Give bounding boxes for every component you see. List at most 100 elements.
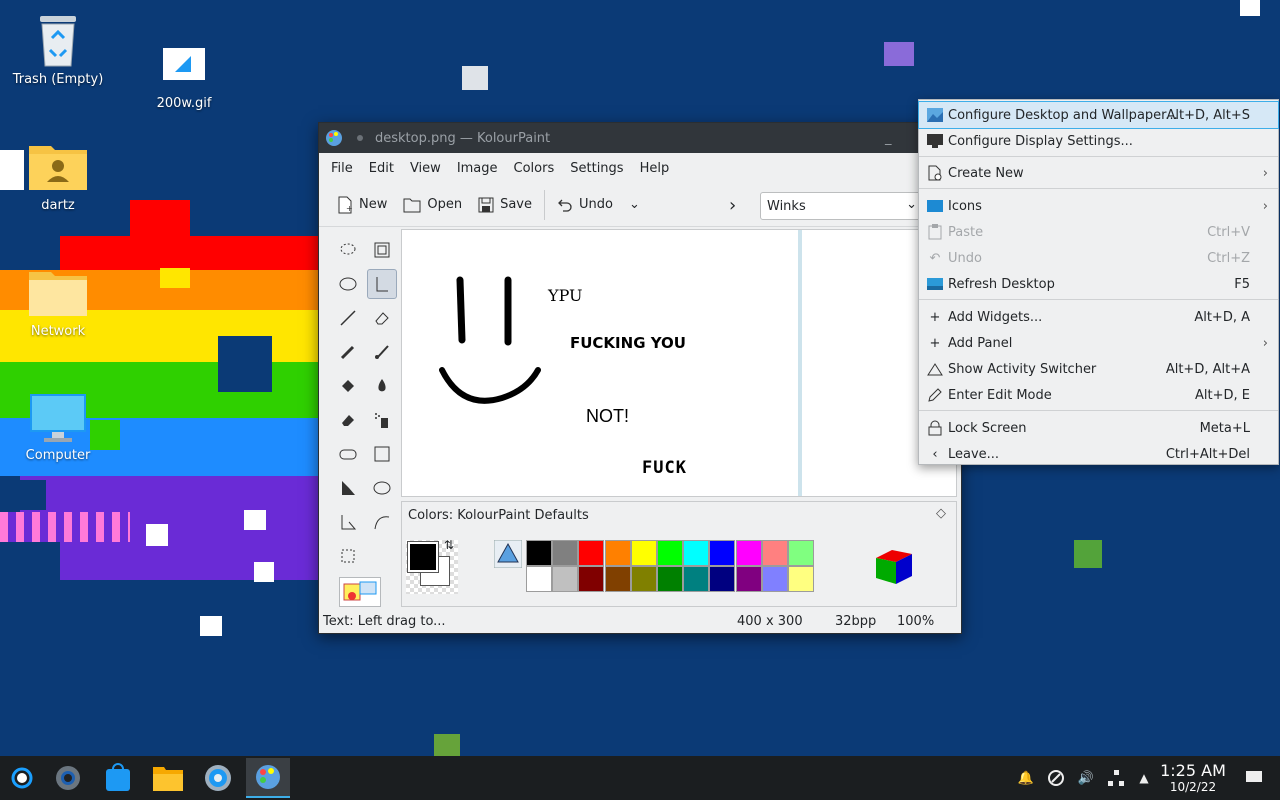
menu-icons[interactable]: Icons › xyxy=(919,193,1278,219)
menu-file[interactable]: File xyxy=(323,161,361,176)
undo-button[interactable]: Undo ⌄ xyxy=(549,193,648,217)
volume-icon[interactable]: 🔊 xyxy=(1074,756,1098,800)
palette-swatch[interactable] xyxy=(578,566,605,592)
desktop-icon-computer[interactable]: Computer xyxy=(8,392,108,463)
open-button[interactable]: Open xyxy=(395,193,470,217)
open-label: Open xyxy=(427,197,463,212)
task-kolourpaint[interactable] xyxy=(246,758,290,798)
undo-dropdown-chevron-icon[interactable]: ⌄ xyxy=(629,197,640,212)
task-dolphin[interactable] xyxy=(146,758,190,798)
desktop-icon-dartz[interactable]: dartz xyxy=(8,140,108,213)
palette-swatch[interactable] xyxy=(657,540,683,566)
desktop-icon-200w-gif[interactable]: 200w.gif xyxy=(134,46,234,111)
menu-configure-desktop[interactable]: Configure Desktop and Wallpaper... Alt+D… xyxy=(918,101,1279,129)
window-titlebar[interactable]: desktop.png — KolourPaint _ xyxy=(319,123,961,153)
menu-settings[interactable]: Settings xyxy=(562,161,631,176)
font-family-combobox[interactable]: Winks ⌄ xyxy=(760,192,922,220)
task-system-settings[interactable] xyxy=(46,758,90,798)
free-form-select-tool[interactable] xyxy=(333,235,363,265)
palette-swatch[interactable] xyxy=(657,566,683,592)
palette-swatch[interactable] xyxy=(630,540,657,566)
palette-swatch[interactable] xyxy=(683,540,710,566)
palette-swatch[interactable] xyxy=(630,566,657,592)
toolbar-overflow-chevron-icon[interactable]: › xyxy=(729,195,736,216)
polygon-tool[interactable] xyxy=(333,473,363,503)
connected-lines-tool[interactable] xyxy=(333,507,363,537)
color-eraser-tool[interactable] xyxy=(333,405,363,435)
menu-colors[interactable]: Colors xyxy=(506,161,563,176)
menu-undo[interactable]: ↶ Undo Ctrl+Z xyxy=(919,245,1278,271)
color-picker-tool[interactable] xyxy=(367,371,397,401)
menu-show-activity-switcher[interactable]: Show Activity Switcher Alt+D, Alt+A xyxy=(919,356,1278,382)
menu-lock-screen[interactable]: Lock Screen Meta+L xyxy=(919,415,1278,441)
spraycan-tool[interactable] xyxy=(367,405,397,435)
panel-float-icon[interactable]: ◇ xyxy=(936,506,946,521)
task-web-browser[interactable] xyxy=(196,758,240,798)
drawing-canvas[interactable]: YPU FUCKING YOU NOT! FUCK xyxy=(402,230,802,496)
palette-swatch[interactable] xyxy=(761,540,788,566)
application-launcher[interactable] xyxy=(0,758,44,798)
menu-edit[interactable]: Edit xyxy=(361,161,402,176)
palette-swatch[interactable] xyxy=(761,566,788,592)
ellipse-tool[interactable] xyxy=(367,473,397,503)
network-status-icon[interactable] xyxy=(1104,756,1128,800)
menu-leave[interactable]: ‹ Leave... Ctrl+Alt+Del xyxy=(919,441,1278,467)
text-tool[interactable] xyxy=(367,269,397,299)
menu-enter-edit-mode[interactable]: Enter Edit Mode Alt+D, E xyxy=(919,382,1278,408)
new-button[interactable]: + New xyxy=(329,192,395,218)
menu-image[interactable]: Image xyxy=(449,161,506,176)
brush-tool[interactable] xyxy=(367,337,397,367)
palette-swatch[interactable] xyxy=(578,540,605,566)
palette-swatch[interactable] xyxy=(604,540,631,566)
new-label: New xyxy=(359,197,388,212)
menu-view[interactable]: View xyxy=(402,161,449,176)
line-tool[interactable] xyxy=(333,303,363,333)
menu-add-widgets[interactable]: + Add Widgets... Alt+D, A xyxy=(919,304,1278,330)
swap-colors-icon[interactable]: ⇅ xyxy=(444,538,454,552)
auto-crop-tool[interactable] xyxy=(367,235,397,265)
update-status-icon[interactable] xyxy=(1044,756,1068,800)
text-style-options[interactable] xyxy=(339,577,381,607)
minimize-button[interactable]: _ xyxy=(885,131,892,146)
foreground-background-colors[interactable]: ⇅ xyxy=(406,538,458,594)
color-similarity-icon[interactable] xyxy=(494,540,522,568)
palette-swatch[interactable] xyxy=(788,540,814,566)
menu-add-panel[interactable]: + Add Panel › xyxy=(919,330,1278,356)
foreground-color-swatch[interactable] xyxy=(407,541,439,573)
desktop-icon-network[interactable]: Network xyxy=(8,266,108,339)
palette-swatch[interactable] xyxy=(709,540,736,566)
task-discover[interactable] xyxy=(96,758,140,798)
clock-date: 10/2/22 xyxy=(1169,780,1217,794)
palette-swatch[interactable] xyxy=(604,566,631,592)
rectangular-select-tool[interactable] xyxy=(333,541,363,571)
menu-help[interactable]: Help xyxy=(632,161,678,176)
pen-tool[interactable] xyxy=(333,337,363,367)
rounded-rectangle-tool[interactable] xyxy=(333,439,363,469)
menu-configure-display[interactable]: Configure Display Settings... xyxy=(919,128,1278,154)
palette-swatch[interactable] xyxy=(552,566,579,592)
palette-swatch[interactable] xyxy=(552,540,579,566)
new-document-icon: + xyxy=(338,196,353,213)
digital-clock[interactable]: 1:25 AM 10/2/22 xyxy=(1160,762,1226,795)
palette-swatch[interactable] xyxy=(709,566,736,592)
desktop-icon-trash[interactable]: Trash (Empty) xyxy=(8,10,108,87)
flood-fill-tool[interactable] xyxy=(333,371,363,401)
palette-swatch[interactable] xyxy=(683,566,710,592)
palette-swatch[interactable] xyxy=(735,540,762,566)
menu-create-new[interactable]: Create New › xyxy=(919,160,1278,186)
show-desktop-icon[interactable] xyxy=(1240,756,1268,800)
menu-refresh-desktop[interactable]: Refresh Desktop F5 xyxy=(919,271,1278,297)
notifications-icon[interactable]: 🔔 xyxy=(1014,756,1038,800)
rectangle-tool[interactable] xyxy=(367,439,397,469)
curve-tool[interactable] xyxy=(367,507,397,537)
ellipse-select-tool[interactable] xyxy=(333,269,363,299)
menu-paste[interactable]: Paste Ctrl+V xyxy=(919,219,1278,245)
palette-swatch[interactable] xyxy=(526,566,552,592)
show-hidden-icons-chevron-icon[interactable]: ▲ xyxy=(1134,756,1154,800)
eraser-tool[interactable] xyxy=(367,303,397,333)
palette-swatch[interactable] xyxy=(526,540,552,566)
save-button[interactable]: Save xyxy=(470,193,540,217)
keep-above-dot[interactable] xyxy=(357,135,363,141)
palette-swatch[interactable] xyxy=(788,566,814,592)
palette-swatch[interactable] xyxy=(735,566,762,592)
